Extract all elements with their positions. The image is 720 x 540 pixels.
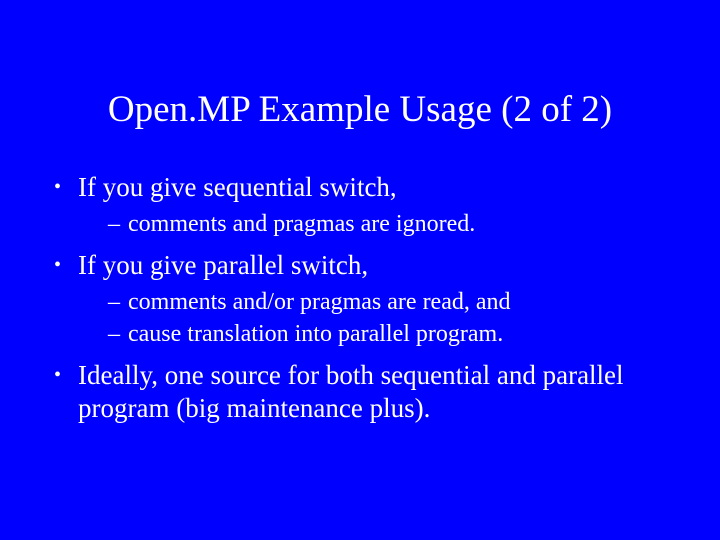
sub-item: comments and pragmas are ignored. bbox=[108, 209, 672, 239]
sub-text: comments and/or pragmas are read, and bbox=[128, 289, 511, 315]
bullet-item: If you give sequential switch, comments … bbox=[48, 171, 672, 239]
sub-item: comments and/or pragmas are read, and bbox=[108, 287, 672, 317]
bullet-text: If you give parallel switch, bbox=[78, 250, 368, 280]
sub-text: comments and pragmas are ignored. bbox=[128, 211, 475, 237]
bullet-item: If you give parallel switch, comments an… bbox=[48, 249, 672, 349]
slide: Open.MP Example Usage (2 of 2) If you gi… bbox=[0, 0, 720, 540]
sub-list: comments and/or pragmas are read, and ca… bbox=[78, 287, 672, 349]
bullet-item: Ideally, one source for both sequential … bbox=[48, 359, 672, 427]
sub-item: cause translation into parallel program. bbox=[108, 319, 672, 349]
sub-list: comments and pragmas are ignored. bbox=[78, 209, 672, 239]
bullet-list: If you give sequential switch, comments … bbox=[0, 171, 720, 426]
slide-title: Open.MP Example Usage (2 of 2) bbox=[0, 0, 720, 171]
bullet-text: If you give sequential switch, bbox=[78, 172, 397, 202]
bullet-text: Ideally, one source for both sequential … bbox=[78, 360, 624, 424]
sub-text: cause translation into parallel program. bbox=[128, 321, 503, 347]
